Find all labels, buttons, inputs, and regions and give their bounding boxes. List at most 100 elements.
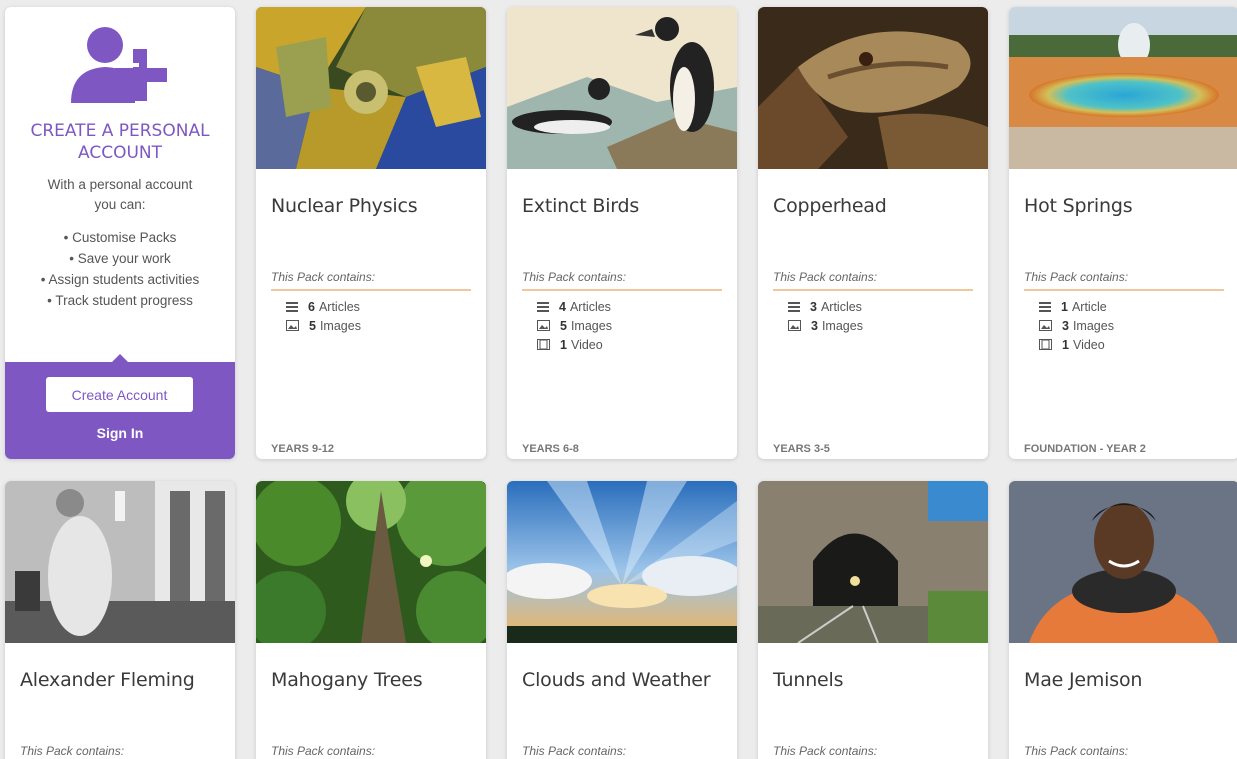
account-description: With a personal account you can:	[5, 175, 235, 215]
item-label: Articles	[820, 299, 862, 314]
mae-jemison-image	[1009, 481, 1237, 643]
video-icon	[1039, 339, 1052, 350]
item-label: Images	[1072, 318, 1114, 333]
pack-contents-list: 1 Article 3 Images 1 Video	[1039, 297, 1114, 354]
item-label: Article	[1071, 299, 1107, 314]
account-title-line1: CREATE A PERSONAL	[30, 121, 210, 141]
list-item: 1 Video	[537, 335, 612, 354]
item-count: 1	[1061, 299, 1068, 314]
pack-years: YEARS 3-5	[773, 443, 830, 455]
band-notch	[112, 354, 128, 362]
alexander-fleming-image	[5, 481, 235, 643]
list-item: 1 Article	[1039, 297, 1114, 316]
clouds-and-weather-image	[507, 481, 737, 643]
item-label: Images	[570, 318, 612, 333]
images-icon	[537, 320, 550, 331]
list-item: 6 Articles	[286, 297, 361, 316]
images-icon	[788, 320, 801, 331]
item-label: Images	[821, 318, 863, 333]
account-desc-line2: you can:	[94, 197, 146, 212]
item-count: 5	[309, 318, 316, 333]
images-icon	[286, 320, 299, 331]
item-count: 4	[559, 299, 566, 314]
item-count: 6	[308, 299, 315, 314]
item-count: 3	[1062, 318, 1069, 333]
account-title-line2: ACCOUNT	[78, 143, 162, 163]
pack-contains-label: This Pack contains:	[20, 744, 125, 758]
pack-contains-label: This Pack contains:	[1024, 270, 1224, 291]
pack-contents-list: 4 Articles 5 Images 1 Video	[537, 297, 612, 354]
feature-item: • Track student progress	[47, 293, 193, 308]
item-label: Articles	[569, 299, 611, 314]
pack-contains-label: This Pack contains:	[1024, 744, 1129, 758]
articles-icon	[1039, 301, 1051, 312]
item-label: Articles	[318, 299, 360, 314]
pack-contains-label: This Pack contains:	[271, 270, 471, 291]
pack-title: Mahogany Trees	[271, 669, 423, 691]
pack-card-copperhead[interactable]: Copperhead This Pack contains: 3 Articles…	[758, 7, 988, 459]
pack-title: Clouds and Weather	[522, 669, 711, 691]
item-label: Video	[1072, 337, 1105, 352]
account-title: CREATE A PERSONAL ACCOUNT	[5, 120, 235, 164]
create-account-button[interactable]: Create Account	[46, 377, 193, 412]
pack-card-clouds-and-weather[interactable]: Clouds and Weather This Pack contains:	[507, 481, 737, 759]
video-icon	[537, 339, 550, 350]
pack-card-extinct-birds[interactable]: Extinct Birds This Pack contains: 4 Artic…	[507, 7, 737, 459]
tunnels-image	[758, 481, 988, 643]
pack-card-nuclear-physics[interactable]: Nuclear Physics This Pack contains: 6 Art…	[256, 7, 486, 459]
pack-contains-label: This Pack contains:	[522, 270, 722, 291]
articles-icon	[537, 301, 549, 312]
list-item: 4 Articles	[537, 297, 612, 316]
pack-contains-label: This Pack contains:	[773, 744, 878, 758]
pack-contains-label: This Pack contains:	[271, 744, 376, 758]
pack-contents-list: 6 Articles 5 Images	[286, 297, 361, 335]
extinct-birds-image	[507, 7, 737, 169]
feature-item: • Save your work	[69, 251, 171, 266]
list-item: 3 Images	[1039, 316, 1114, 335]
item-count: 3	[811, 318, 818, 333]
create-account-card: CREATE A PERSONAL ACCOUNT With a persona…	[5, 7, 235, 459]
pack-card-mahogany-trees[interactable]: Mahogany Trees This Pack contains:	[256, 481, 486, 759]
hot-springs-image	[1009, 7, 1237, 169]
copperhead-image	[758, 7, 988, 169]
mahogany-trees-image	[256, 481, 486, 643]
articles-icon	[286, 301, 298, 312]
item-count: 3	[810, 299, 817, 314]
pack-title: Extinct Birds	[522, 195, 640, 217]
item-count: 1	[560, 337, 567, 352]
pack-years: YEARS 6-8	[522, 443, 579, 455]
item-count: 5	[560, 318, 567, 333]
list-item: 5 Images	[537, 316, 612, 335]
item-count: 1	[1062, 337, 1069, 352]
pack-card-mae-jemison[interactable]: Mae Jemison This Pack contains:	[1009, 481, 1237, 759]
pack-years: FOUNDATION - YEAR 2	[1024, 443, 1146, 455]
pack-title: Mae Jemison	[1024, 669, 1143, 691]
item-label: Images	[319, 318, 361, 333]
images-icon	[1039, 320, 1052, 331]
pack-title: Hot Springs	[1024, 195, 1133, 217]
pack-title: Nuclear Physics	[271, 195, 418, 217]
pack-contains-label: This Pack contains:	[773, 270, 973, 291]
sign-in-link[interactable]: Sign In	[5, 425, 235, 441]
list-item: 5 Images	[286, 316, 361, 335]
pack-title: Alexander Fleming	[20, 669, 195, 691]
item-label: Video	[570, 337, 603, 352]
pack-contains-label: This Pack contains:	[522, 744, 627, 758]
feature-item: • Customise Packs	[63, 230, 177, 245]
pack-contents-list: 3 Articles 3 Images	[788, 297, 863, 335]
add-user-icon	[71, 27, 167, 103]
list-item: 3 Articles	[788, 297, 863, 316]
pack-years: YEARS 9-12	[271, 443, 334, 455]
pack-title: Tunnels	[773, 669, 844, 691]
account-desc-line1: With a personal account	[47, 177, 193, 192]
pack-card-tunnels[interactable]: Tunnels This Pack contains:	[758, 481, 988, 759]
pack-card-alexander-fleming[interactable]: Alexander Fleming This Pack contains:	[5, 481, 235, 759]
pack-title: Copperhead	[773, 195, 887, 217]
account-features: • Customise Packs • Save your work • Ass…	[5, 227, 235, 311]
nuclear-physics-image	[256, 7, 486, 169]
pack-card-hot-springs[interactable]: Hot Springs This Pack contains: 1 Article…	[1009, 7, 1237, 459]
list-item: 1 Video	[1039, 335, 1114, 354]
articles-icon	[788, 301, 800, 312]
list-item: 3 Images	[788, 316, 863, 335]
feature-item: • Assign students activities	[40, 272, 200, 287]
